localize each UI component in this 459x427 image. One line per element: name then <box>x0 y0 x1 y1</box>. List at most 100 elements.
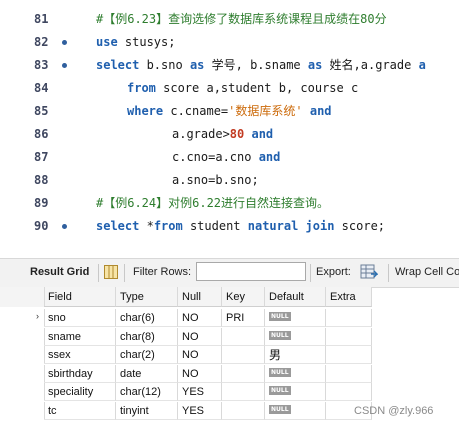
statement-dot-icon <box>62 224 67 229</box>
wrap-cell-content-label[interactable]: Wrap Cell Co <box>395 266 459 278</box>
sql-editor[interactable]: 81 #【例6.23】查询选修了数据库系统课程且成绩在80分 82 use stusy… <box>0 0 459 237</box>
cell-value: NO <box>182 330 199 343</box>
code-token: b.sno <box>139 58 190 72</box>
column-header[interactable]: Key <box>222 287 265 307</box>
cell-value: date <box>120 367 142 380</box>
table-row[interactable]: › sno char(6) NO PRI NULL <box>0 309 372 327</box>
row-gutter[interactable]: › <box>0 309 45 327</box>
cell-value: NO <box>182 367 199 380</box>
table-cell-key[interactable] <box>222 327 265 346</box>
filter-rows-label: Filter Rows: <box>133 266 192 278</box>
line-number: 85 <box>34 104 49 118</box>
row-gutter[interactable] <box>0 346 45 365</box>
table-cell-null[interactable]: NO <box>178 309 222 327</box>
table-cell-null[interactable]: NO <box>178 346 222 365</box>
code-token: from <box>127 81 156 95</box>
statement-dot-icon <box>62 40 67 45</box>
watermark: CSDN @zly.966 <box>354 405 434 417</box>
table-cell-type[interactable]: char(8) <box>116 327 178 346</box>
export-icon[interactable] <box>360 264 378 280</box>
table-cell-field[interactable]: ssex <box>44 346 116 365</box>
table-cell-null[interactable]: NO <box>178 364 222 383</box>
table-cell-field[interactable]: sno <box>44 309 116 327</box>
table-cell-default[interactable]: NULL <box>265 364 326 383</box>
cell-value: YES <box>182 405 205 417</box>
table-cell-key[interactable] <box>222 346 265 365</box>
code-token: * <box>139 219 154 233</box>
column-header[interactable]: Field <box>44 287 116 307</box>
export-label: Export: <box>316 266 351 278</box>
column-header[interactable]: Type <box>116 287 178 307</box>
editor-line[interactable]: 83 select b.sno as 学号, b.sname as 姓名,a.gr… <box>0 55 459 75</box>
table-row[interactable]: sname char(8) NO NULL <box>0 327 372 346</box>
table-row[interactable]: tc tinyint YES NULL <box>0 402 372 420</box>
table-cell-null[interactable]: YES <box>178 402 222 420</box>
table-cell-field[interactable]: sname <box>44 327 116 346</box>
table-cell-extra[interactable] <box>326 309 372 327</box>
table-cell-key[interactable]: PRI <box>222 309 265 327</box>
table-cell-default[interactable]: NULL <box>265 383 326 402</box>
code-token: and <box>309 104 332 118</box>
table-cell-extra[interactable] <box>326 383 372 402</box>
filter-rows-input[interactable] <box>196 262 306 281</box>
code-token: use <box>96 35 118 49</box>
editor-line[interactable]: 81 #【例6.23】查询选修了数据库系统课程且成绩在80分 <box>0 9 459 29</box>
null-badge: NULL <box>269 405 291 414</box>
table-cell-type[interactable]: date <box>116 364 178 383</box>
table-cell-field[interactable]: tc <box>44 402 116 420</box>
result-grid-tab[interactable]: Result Grid <box>30 266 89 278</box>
table-row[interactable]: sbirthday date NO NULL <box>0 364 372 383</box>
cell-value: sno <box>48 312 66 324</box>
editor-line[interactable]: 85 where c.cname='数据库系统' and <box>0 101 459 121</box>
cell-value: ssex <box>48 349 71 362</box>
column-header[interactable]: Extra <box>326 287 372 307</box>
table-cell-key[interactable] <box>222 402 265 420</box>
table-cell-type[interactable]: tinyint <box>116 402 178 420</box>
table-row[interactable]: speciality char(12) YES NULL <box>0 383 372 402</box>
code-token: and <box>258 150 281 164</box>
line-number: 88 <box>34 173 49 187</box>
table-cell-type[interactable]: char(12) <box>116 383 178 402</box>
code-token: 学号, b.sname <box>204 58 308 72</box>
table-cell-extra[interactable] <box>326 346 372 365</box>
table-cell-extra[interactable] <box>326 364 372 383</box>
table-cell-null[interactable]: YES <box>178 383 222 402</box>
line-number: 81 <box>34 12 49 26</box>
editor-line[interactable]: 88 a.sno=b.sno; <box>0 170 459 190</box>
row-gutter[interactable] <box>0 383 45 402</box>
code-token: select <box>96 219 140 233</box>
editor-line[interactable]: 82 use stusys; <box>0 32 459 52</box>
row-gutter[interactable] <box>0 402 45 420</box>
row-gutter[interactable] <box>0 364 45 383</box>
table-cell-default[interactable]: NULL <box>265 402 326 420</box>
code-token: as <box>189 58 205 72</box>
table-cell-field[interactable]: speciality <box>44 383 116 402</box>
table-cell-extra[interactable] <box>326 327 372 346</box>
column-header[interactable]: Null <box>178 287 222 307</box>
cell-value: speciality <box>48 386 94 399</box>
code-token: where <box>127 104 164 118</box>
table-cell-type[interactable]: char(6) <box>116 309 178 327</box>
row-gutter[interactable] <box>0 327 45 346</box>
table-cell-default[interactable]: 男 <box>265 346 326 365</box>
editor-line[interactable]: 84 from score a,student b, course c <box>0 78 459 98</box>
table-cell-default[interactable]: NULL <box>265 309 326 327</box>
code-token: as <box>307 58 323 72</box>
table-row[interactable]: ssex char(2) NO 男 <box>0 346 372 365</box>
table-cell-type[interactable]: char(2) <box>116 346 178 365</box>
table-cell-default[interactable]: NULL <box>265 327 326 346</box>
column-header[interactable]: Default <box>265 287 326 307</box>
editor-line[interactable]: 87 c.cno=a.cno and <box>0 147 459 167</box>
table-cell-key[interactable] <box>222 383 265 402</box>
cell-value: tinyint <box>120 405 149 417</box>
table-cell-null[interactable]: NO <box>178 327 222 346</box>
editor-line[interactable]: 86 a.grade>80 and <box>0 124 459 144</box>
table-cell-field[interactable]: sbirthday <box>44 364 116 383</box>
code-text: select b.sno as 学号, b.sname as 姓名,a.grad… <box>96 55 426 75</box>
editor-line[interactable]: 89 #【例6.24】对例6.22进行自然连接查询。 <box>0 193 459 213</box>
grid-icon[interactable] <box>104 265 118 279</box>
table-cell-key[interactable] <box>222 364 265 383</box>
line-number: 84 <box>34 81 49 95</box>
editor-line[interactable]: 90 select *from student natural join scor… <box>0 216 459 236</box>
